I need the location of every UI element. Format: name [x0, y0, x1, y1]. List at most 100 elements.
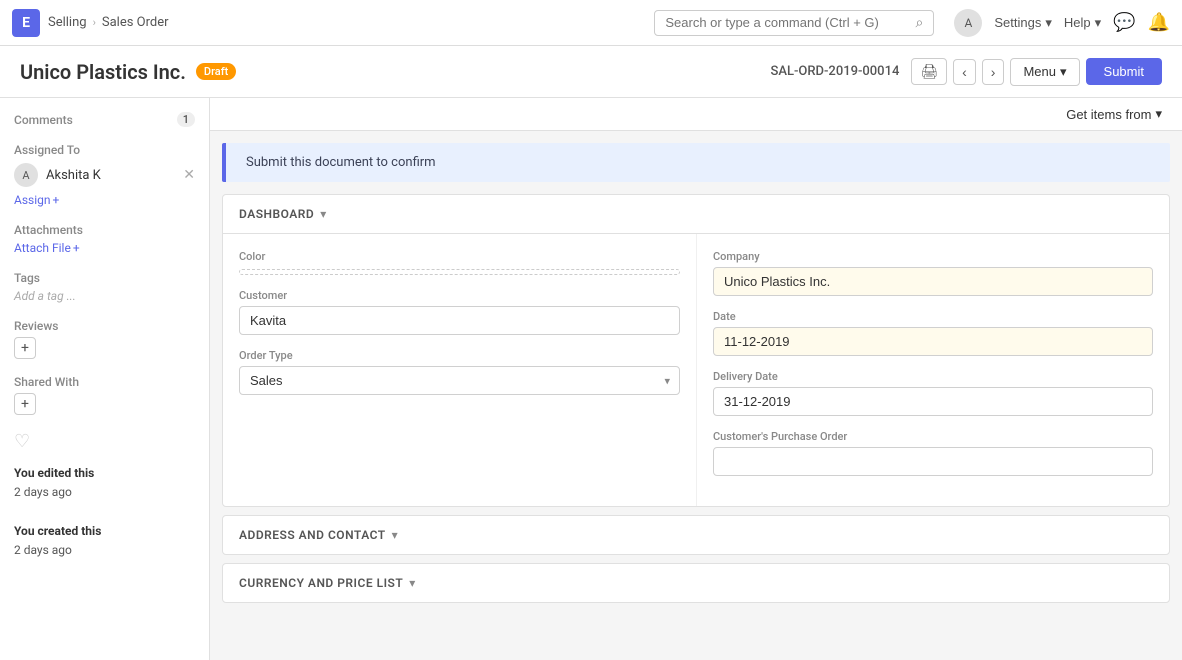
- dashboard-section: DASHBOARD ▾ Color Customer Order Type: [222, 194, 1170, 507]
- menu-chevron-icon: ▾: [1060, 64, 1067, 80]
- reviews-label: Reviews: [14, 319, 195, 333]
- delivery-date-label: Delivery Date: [713, 370, 1153, 383]
- add-shared-button[interactable]: +: [14, 393, 36, 415]
- attach-plus-icon: +: [73, 241, 80, 255]
- user-avatar-nav: A: [954, 9, 982, 37]
- help-button[interactable]: Help ▾: [1064, 15, 1101, 31]
- add-review-button[interactable]: +: [14, 337, 36, 359]
- document-id: SAL-ORD-2019-00014: [770, 64, 899, 79]
- assigned-to-section: Assigned To A Akshita K ✕ Assign +: [14, 143, 195, 207]
- app-logo: E: [12, 9, 40, 37]
- address-section: ADDRESS AND CONTACT ▾: [222, 515, 1170, 555]
- search-input[interactable]: [665, 15, 907, 30]
- status-badge: Draft: [196, 63, 236, 80]
- company-field-group: Company: [713, 250, 1153, 296]
- breadcrumb: Selling › Sales Order: [48, 15, 169, 30]
- company-label: Company: [713, 250, 1153, 263]
- breadcrumb-sales-order[interactable]: Sales Order: [102, 15, 169, 30]
- comments-count: 1: [177, 112, 195, 127]
- currency-section: CURRENCY AND PRICE LIST ▾: [222, 563, 1170, 603]
- form-right-col: Company Date Delivery Date Customer's Pu…: [696, 234, 1169, 506]
- avatar: A: [14, 163, 38, 187]
- next-button[interactable]: ›: [982, 59, 1005, 85]
- reviews-section: Reviews +: [14, 319, 195, 359]
- notification-icon-button[interactable]: 🔔: [1148, 12, 1170, 33]
- date-input[interactable]: [713, 327, 1153, 356]
- order-type-label: Order Type: [239, 349, 680, 362]
- order-type-select[interactable]: Sales: [239, 366, 680, 395]
- search-bar: ⌕: [654, 10, 934, 36]
- delivery-date-input[interactable]: [713, 387, 1153, 416]
- print-button[interactable]: 🖨: [911, 58, 947, 85]
- main-layout: Comments 1 Assigned To A Akshita K ✕ Ass…: [0, 98, 1182, 660]
- activity-item-2: You created this 2 days ago: [14, 522, 195, 560]
- chat-icon-button[interactable]: 💬: [1113, 12, 1135, 33]
- page-header: Unico Plastics Inc. Draft SAL-ORD-2019-0…: [0, 46, 1182, 98]
- prev-button[interactable]: ‹: [953, 59, 976, 85]
- delivery-date-field-group: Delivery Date: [713, 370, 1153, 416]
- comments-section: Comments 1: [14, 112, 195, 127]
- shared-with-section: Shared With +: [14, 375, 195, 415]
- assign-button[interactable]: Assign +: [14, 193, 195, 207]
- form-left-col: Color Customer Order Type Sales ▾: [223, 234, 696, 506]
- comments-label: Comments 1: [14, 112, 195, 127]
- activity-item-1: You edited this 2 days ago: [14, 464, 195, 502]
- company-input[interactable]: [713, 267, 1153, 296]
- dashboard-chevron-icon: ▾: [320, 207, 326, 221]
- add-tag-input[interactable]: Add a tag ...: [14, 289, 195, 303]
- user-name: Akshita K: [46, 168, 175, 183]
- currency-section-label: CURRENCY AND PRICE LIST: [239, 576, 403, 590]
- tags-section: Tags Add a tag ...: [14, 271, 195, 303]
- attach-file-button[interactable]: Attach File +: [14, 241, 195, 255]
- activity-user-2: You created this: [14, 524, 101, 538]
- activity-log: You edited this 2 days ago You created t…: [14, 464, 195, 560]
- dashboard-section-header[interactable]: DASHBOARD ▾: [223, 195, 1169, 234]
- date-field-group: Date: [713, 310, 1153, 356]
- alert-banner: Submit this document to confirm: [222, 143, 1170, 182]
- help-label: Help: [1064, 15, 1091, 30]
- settings-button[interactable]: Settings ▾: [994, 15, 1052, 31]
- currency-section-header[interactable]: CURRENCY AND PRICE LIST ▾: [223, 564, 1169, 602]
- breadcrumb-selling[interactable]: Selling: [48, 15, 87, 30]
- form-grid: Color Customer Order Type Sales ▾: [223, 234, 1169, 506]
- color-field-group: Color: [239, 250, 680, 275]
- assigned-user: A Akshita K ✕: [14, 163, 195, 187]
- address-section-header[interactable]: ADDRESS AND CONTACT ▾: [223, 516, 1169, 554]
- menu-button[interactable]: Menu ▾: [1010, 58, 1079, 86]
- menu-label: Menu: [1023, 64, 1056, 79]
- help-chevron-icon: ▾: [1095, 15, 1102, 31]
- header-actions: 🖨 ‹ › Menu ▾ Submit: [911, 58, 1162, 86]
- address-section-label: ADDRESS AND CONTACT: [239, 528, 386, 542]
- customer-field-group: Customer: [239, 289, 680, 335]
- customer-input[interactable]: [239, 306, 680, 335]
- get-items-button[interactable]: Get items from ▾: [1066, 106, 1162, 122]
- nav-right: A Settings ▾ Help ▾ 💬 🔔: [954, 9, 1170, 37]
- activity-user-1: You edited this: [14, 466, 94, 480]
- search-icon: ⌕: [916, 15, 924, 31]
- order-type-select-wrap: Sales ▾: [239, 366, 680, 395]
- page-title: Unico Plastics Inc.: [20, 60, 186, 84]
- main-content: Get items from ▾ Submit this document to…: [210, 98, 1182, 660]
- color-label: Color: [239, 250, 680, 263]
- shared-with-label: Shared With: [14, 375, 195, 389]
- purchase-order-label: Customer's Purchase Order: [713, 430, 1153, 443]
- attachments-label: Attachments: [14, 223, 195, 237]
- submit-button[interactable]: Submit: [1086, 58, 1162, 85]
- activity-time-2: 2 days ago: [14, 543, 72, 557]
- get-items-label: Get items from: [1066, 107, 1151, 122]
- get-items-bar: Get items from ▾: [210, 98, 1182, 131]
- favorite-icon[interactable]: ♡: [14, 431, 195, 452]
- settings-chevron-icon: ▾: [1045, 15, 1052, 31]
- currency-chevron-icon: ▾: [409, 576, 415, 590]
- remove-assignee-button[interactable]: ✕: [183, 167, 195, 183]
- attachments-section: Attachments Attach File +: [14, 223, 195, 255]
- order-type-field-group: Order Type Sales ▾: [239, 349, 680, 395]
- purchase-order-field-group: Customer's Purchase Order: [713, 430, 1153, 476]
- assigned-to-label: Assigned To: [14, 143, 195, 157]
- tags-label: Tags: [14, 271, 195, 285]
- sidebar: Comments 1 Assigned To A Akshita K ✕ Ass…: [0, 98, 210, 660]
- address-chevron-icon: ▾: [392, 528, 398, 542]
- color-indicator[interactable]: [239, 269, 680, 275]
- customer-label: Customer: [239, 289, 680, 302]
- purchase-order-input[interactable]: [713, 447, 1153, 476]
